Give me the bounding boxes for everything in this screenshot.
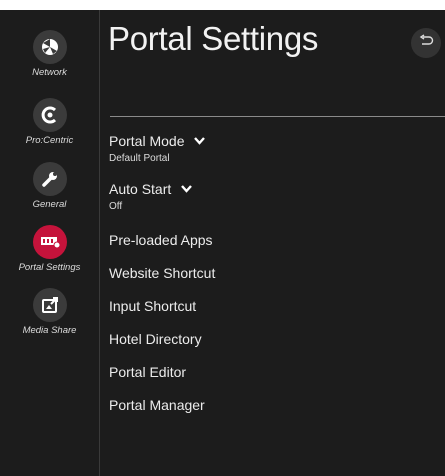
menu-item-auto-start[interactable]: Auto Start Off	[109, 181, 192, 212]
menu-item-website-shortcut[interactable]: Website Shortcut	[109, 265, 215, 283]
menu-item-label: Portal Editor	[109, 364, 187, 380]
sidebar-item-label: Portal Settings	[18, 262, 81, 273]
divider	[110, 116, 445, 117]
sidebar-item-label: Pro:Centric	[25, 135, 74, 146]
menu-item-label: Portal Mode	[109, 133, 185, 149]
menu-item-label: Input Shortcut	[109, 298, 197, 314]
sidebar: Network Pro:Centric General Portal Setti…	[0, 10, 100, 476]
media-share-icon	[32, 288, 67, 322]
network-icon	[32, 30, 67, 64]
menu-item-value: Off	[109, 201, 123, 212]
sidebar-item-media-share[interactable]: Media Share	[0, 288, 99, 336]
tv-screen: Network Pro:Centric General Portal Setti…	[0, 10, 445, 476]
page-title: Portal Settings	[108, 20, 319, 57]
sidebar-item-label: Network	[32, 67, 67, 78]
chevron-down-icon	[194, 132, 205, 150]
sidebar-item-general[interactable]: General	[0, 162, 99, 210]
procentric-icon	[32, 98, 67, 132]
chevron-down-icon	[180, 180, 192, 198]
back-button[interactable]	[411, 28, 441, 58]
sidebar-item-procentric[interactable]: Pro:Centric	[0, 98, 99, 146]
menu-item-label: Portal Manager	[109, 397, 205, 413]
menu-item-preloaded-apps[interactable]: Pre-loaded Apps	[109, 232, 213, 250]
menu-item-value: Default Portal	[109, 153, 170, 164]
sidebar-item-network[interactable]: Network	[0, 30, 99, 78]
menu-item-hotel-directory[interactable]: Hotel Directory	[109, 331, 202, 349]
menu-item-portal-mode[interactable]: Portal Mode Default Portal	[109, 133, 205, 164]
menu-item-input-shortcut[interactable]: Input Shortcut	[109, 298, 196, 316]
menu-item-portal-editor[interactable]: Portal Editor	[109, 364, 186, 382]
menu-item-label: Auto Start	[109, 181, 172, 197]
back-arrow-icon	[418, 33, 434, 53]
main-panel: Portal Settings Portal Mode Default Port…	[100, 10, 445, 476]
menu-item-label: Website Shortcut	[109, 265, 216, 281]
sidebar-item-label: General	[32, 199, 67, 210]
wrench-icon	[32, 162, 67, 196]
sidebar-item-label: Media Share	[22, 325, 77, 336]
portal-icon	[32, 225, 67, 259]
menu-item-label: Hotel Directory	[109, 331, 202, 347]
menu-item-label: Pre-loaded Apps	[109, 232, 213, 248]
sidebar-item-portal-settings[interactable]: Portal Settings	[0, 225, 99, 273]
menu-item-portal-manager[interactable]: Portal Manager	[109, 397, 205, 415]
